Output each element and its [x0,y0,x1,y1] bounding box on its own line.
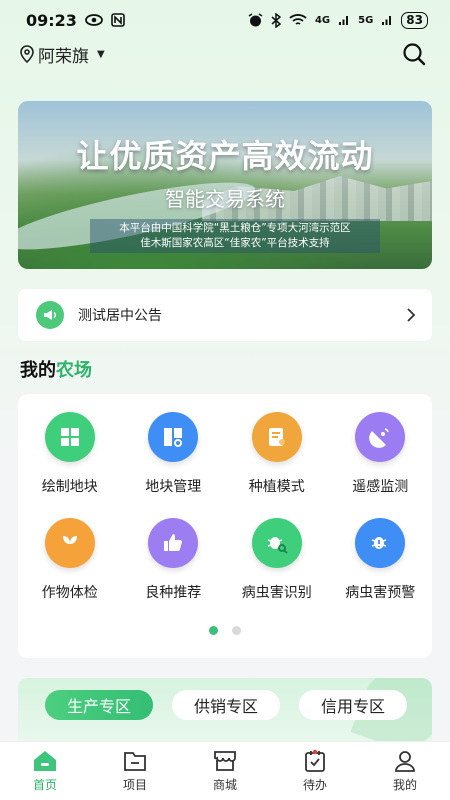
nav-label: 我的 [392,778,417,792]
pager-dots [18,626,432,635]
signal-bars-icon [339,16,349,25]
bottom-nav: 首页 项目 商城 待办 我的 [0,741,450,800]
nav-mine[interactable]: 我的 [365,749,445,793]
plot-manage-icon [148,412,199,462]
caret-down-icon: ▼ [97,48,105,60]
nav-label: 首页 [32,778,57,792]
search-icon[interactable] [402,42,426,66]
tool-planting-mode[interactable]: 种植模式 [225,412,329,496]
tool-crop-check[interactable]: 作物体检 [18,518,122,602]
thumbs-up-icon [148,518,199,568]
promo-banner[interactable]: 让优质资产高效流动 智能交易系统 本平台由中国科学院“黑土粮仓”专项大河湾示范区… [18,101,432,269]
tool-pest-warning[interactable]: 病虫害预警 [329,518,433,602]
section-title-prefix: 我的 [20,360,56,381]
alarm-icon [248,12,263,26]
nfc-icon [111,13,125,27]
zone-tabs: 生产专区 供销专区 信用专区 [45,690,407,720]
battery-indicator: 83 [401,11,428,29]
pager-dot-active[interactable] [209,626,218,635]
tool-label: 绘制地块 [41,479,98,495]
chevron-right-icon[interactable] [406,308,416,322]
nav-store[interactable]: 商城 [185,749,265,793]
nav-home[interactable]: 首页 [5,749,85,793]
location-pin-icon [20,45,34,63]
section-title-accent: 农场 [56,360,92,381]
signal-4g-label: 4G [314,14,331,26]
status-time: 09:23 [26,10,77,30]
tool-label: 良种推荐 [145,585,202,601]
notice-bar[interactable]: 测试居中公告 [18,289,432,341]
tool-label: 病虫害预警 [345,585,416,601]
satellite-icon [355,412,406,462]
wifi-icon [289,14,307,25]
tab-supply-marketing[interactable]: 供销专区 [172,690,280,720]
tool-remote-sensing[interactable]: 遥感监测 [329,412,433,496]
tool-label: 地块管理 [145,479,202,495]
nav-label: 项目 [122,778,147,792]
banner-description: 本平台由中国科学院“黑土粮仓”专项大河湾示范区 佳木斯国家农高区“佳家农”平台技… [90,219,380,253]
status-bar: 09:23 4G 5G 83 [0,0,450,40]
notice-text: 测试居中公告 [78,308,162,324]
farm-tools-grid: 绘制地块 地块管理 种植模式 遥感监测 作物体检 良种推荐 病虫害识别 病虫害预… [18,412,432,602]
bluetooth-icon [271,12,281,28]
nav-todo[interactable]: 待办 [275,749,355,793]
planting-mode-icon [251,412,302,462]
pager-dot[interactable] [232,626,241,635]
zone-card: 生产专区 供销专区 信用专区 [18,678,432,748]
signal-5g-label: 5G [358,14,374,26]
bug-search-icon [251,518,302,568]
tool-label: 作物体检 [41,585,98,601]
bug-alert-icon [355,518,406,568]
crop-check-icon [44,518,95,568]
nav-label: 商城 [212,778,237,792]
section-title: 我的农场 [20,356,92,382]
signal-bars-icon [382,16,392,25]
banner-desc-line: 佳木斯国家农高区“佳家农”平台技术支持 [140,237,330,249]
location-selector[interactable]: 阿荣旗 ▼ [20,42,105,67]
tool-draw-plot[interactable]: 绘制地块 [18,412,122,496]
banner-desc-line: 本平台由中国科学院“黑土粮仓”专项大河湾示范区 [119,222,351,234]
tool-label: 病虫害识别 [241,585,312,601]
tool-pest-identify[interactable]: 病虫害识别 [225,518,329,602]
nav-label: 待办 [302,778,327,792]
user-icon [395,751,415,772]
megaphone-icon [36,301,64,329]
tool-seed-recommend[interactable]: 良种推荐 [122,518,226,602]
tool-label: 种植模式 [248,479,305,495]
nav-projects[interactable]: 项目 [95,749,175,793]
tool-plot-manage[interactable]: 地块管理 [122,412,226,496]
store-icon [214,751,236,771]
tool-label: 遥感监测 [352,479,409,495]
tab-production[interactable]: 生产专区 [45,690,153,720]
todo-icon [305,749,325,772]
folder-icon [124,752,146,771]
map-block-icon [44,412,95,462]
farm-tools-card: 绘制地块 地块管理 种植模式 遥感监测 作物体检 良种推荐 病虫害识别 病虫害预… [18,394,432,658]
home-icon [34,751,56,771]
banner-subline: 智能交易系统 [165,187,285,211]
eye-icon [85,14,103,26]
tab-credit[interactable]: 信用专区 [299,690,407,720]
app-header: 阿荣旗 ▼ [0,40,450,68]
banner-headline: 让优质资产高效流动 [76,137,374,175]
location-label: 阿荣旗 [38,46,89,67]
